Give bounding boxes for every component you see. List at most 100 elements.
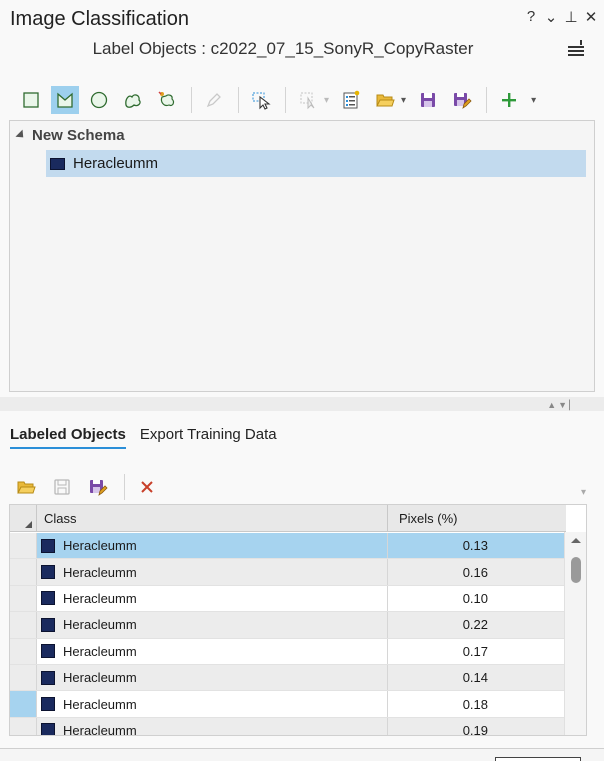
menu-icon[interactable]	[566, 38, 588, 60]
save-labels-as-button[interactable]	[84, 473, 112, 501]
vertical-scrollbar[interactable]	[564, 532, 586, 735]
polygon-tool-button[interactable]	[51, 86, 79, 114]
table-row[interactable]: Heracleumm 0.10	[10, 585, 566, 613]
options-button[interactable]: ⌄	[544, 8, 558, 26]
row-selector[interactable]	[10, 585, 37, 612]
row-selector[interactable]	[10, 559, 37, 585]
help-button[interactable]: ?	[524, 8, 538, 26]
column-header-class[interactable]: Class	[38, 505, 388, 532]
class-name: Heracleumm	[63, 722, 137, 736]
row-selector[interactable]	[10, 533, 37, 559]
save-labels-button[interactable]	[48, 473, 76, 501]
save-icon	[421, 93, 436, 107]
freehand-icon	[125, 94, 141, 108]
rectangle-icon	[23, 92, 39, 108]
pin-button[interactable]: ⊥	[564, 8, 578, 26]
class-cell: Heracleumm	[37, 612, 388, 638]
class-color-swatch	[41, 723, 55, 735]
pixels-cell: 0.18	[462, 696, 488, 712]
row-selector[interactable]	[10, 638, 37, 664]
open-folder-button[interactable]	[371, 86, 399, 114]
class-name: Heracleumm	[63, 538, 137, 554]
class-name: Heracleumm	[63, 564, 137, 580]
save-button[interactable]	[414, 86, 442, 114]
class-color-swatch	[41, 697, 55, 712]
footer-button[interactable]	[495, 757, 581, 761]
class-cell: Heracleumm	[37, 638, 388, 664]
properties-button[interactable]	[337, 86, 365, 114]
pixels-cell: 0.14	[388, 664, 566, 691]
table-row[interactable]: Heracleumm 0.18	[10, 691, 566, 718]
auto-detect-icon	[158, 91, 175, 107]
pane-title: Image Classification	[10, 8, 189, 30]
pixels-cell: 0.13	[388, 533, 566, 559]
pane-titlebar: Image Classification ? ⌄ ⊥ ✕	[0, 0, 604, 36]
edit-pencil-button[interactable]	[200, 86, 228, 114]
tab-labeled-objects[interactable]: Labeled Objects	[10, 426, 126, 449]
column-header-pixels[interactable]: Pixels (%)	[389, 505, 566, 532]
open-folder-icon	[376, 94, 395, 107]
scroll-thumb[interactable]	[571, 557, 581, 583]
auto-detect-tool-button[interactable]	[153, 86, 181, 114]
tab-export-training-data[interactable]: Export Training Data	[140, 426, 277, 449]
schema-root-label: New Schema	[32, 127, 125, 144]
chevron-down-icon[interactable]: ▾	[401, 95, 406, 106]
labeled-objects-table: Class Pixels (%) Heracleumm 0.13 Heracle…	[9, 504, 587, 736]
freehand-tool-button[interactable]	[119, 86, 147, 114]
open-labels-button[interactable]	[12, 473, 40, 501]
delete-button[interactable]	[133, 473, 161, 501]
chevron-down-icon[interactable]: ▾	[324, 95, 329, 106]
add-class-button[interactable]	[495, 86, 523, 114]
pixels-cell: 0.22	[388, 612, 566, 638]
row-selector[interactable]	[10, 664, 37, 691]
class-name: Heracleumm	[63, 643, 137, 659]
overflow-icon[interactable]: ▾	[581, 487, 586, 498]
schema-class-item[interactable]: Heracleumm	[46, 150, 586, 177]
edit-pencil-icon	[206, 93, 221, 108]
collect-icon	[300, 92, 315, 110]
class-cell: Heracleumm	[37, 664, 388, 691]
overflow-icon[interactable]: ▾	[531, 95, 536, 106]
row-selector[interactable]	[10, 612, 37, 638]
rectangle-tool-button[interactable]	[17, 86, 45, 114]
row-selector[interactable]	[10, 691, 37, 717]
labeled-objects-toolbar	[12, 473, 169, 501]
save-as-icon	[454, 93, 472, 109]
close-button[interactable]: ✕	[584, 8, 598, 26]
toolbar-separator	[191, 87, 192, 113]
select-icon	[252, 92, 271, 110]
table-row[interactable]: Heracleumm 0.19	[10, 717, 566, 736]
pixels-cell: 0.19	[388, 717, 566, 735]
schema-root-node[interactable]: New Schema	[14, 127, 125, 144]
table-row[interactable]: Heracleumm 0.16	[10, 559, 566, 586]
class-cell: Heracleumm	[37, 717, 388, 736]
add-icon	[502, 93, 517, 107]
class-color-swatch	[41, 617, 55, 632]
scroll-up-icon[interactable]	[571, 538, 581, 543]
select-button[interactable]	[247, 86, 275, 114]
pane-splitter[interactable]	[0, 397, 604, 411]
save-icon	[54, 479, 70, 495]
class-name: Heracleumm	[63, 590, 137, 606]
row-selector[interactable]	[10, 717, 37, 735]
expand-icon[interactable]	[15, 129, 27, 141]
collect-button[interactable]	[294, 86, 322, 114]
class-color-swatch	[41, 565, 55, 580]
class-name: Heracleumm	[63, 696, 137, 712]
toolbar-separator	[285, 87, 286, 113]
schema-tree: New Schema Heracleumm	[9, 120, 595, 392]
table-row[interactable]: Heracleumm 0.13	[10, 533, 566, 560]
save-as-button[interactable]	[448, 86, 476, 114]
save-as-icon	[90, 480, 108, 496]
circle-tool-button[interactable]	[85, 86, 113, 114]
class-color-swatch	[41, 591, 55, 606]
select-all-corner[interactable]	[10, 505, 37, 532]
toolbar-separator	[238, 87, 239, 113]
toolbar-separator	[124, 474, 125, 500]
table-row[interactable]: Heracleumm 0.14	[10, 664, 566, 692]
class-color-swatch	[41, 644, 55, 659]
table-row[interactable]: Heracleumm 0.17	[10, 638, 566, 665]
splitter-arrows-icon[interactable]: ▲▼▏	[547, 400, 578, 411]
table-row[interactable]: Heracleumm 0.22	[10, 612, 566, 639]
class-name: Heracleumm	[63, 670, 137, 686]
